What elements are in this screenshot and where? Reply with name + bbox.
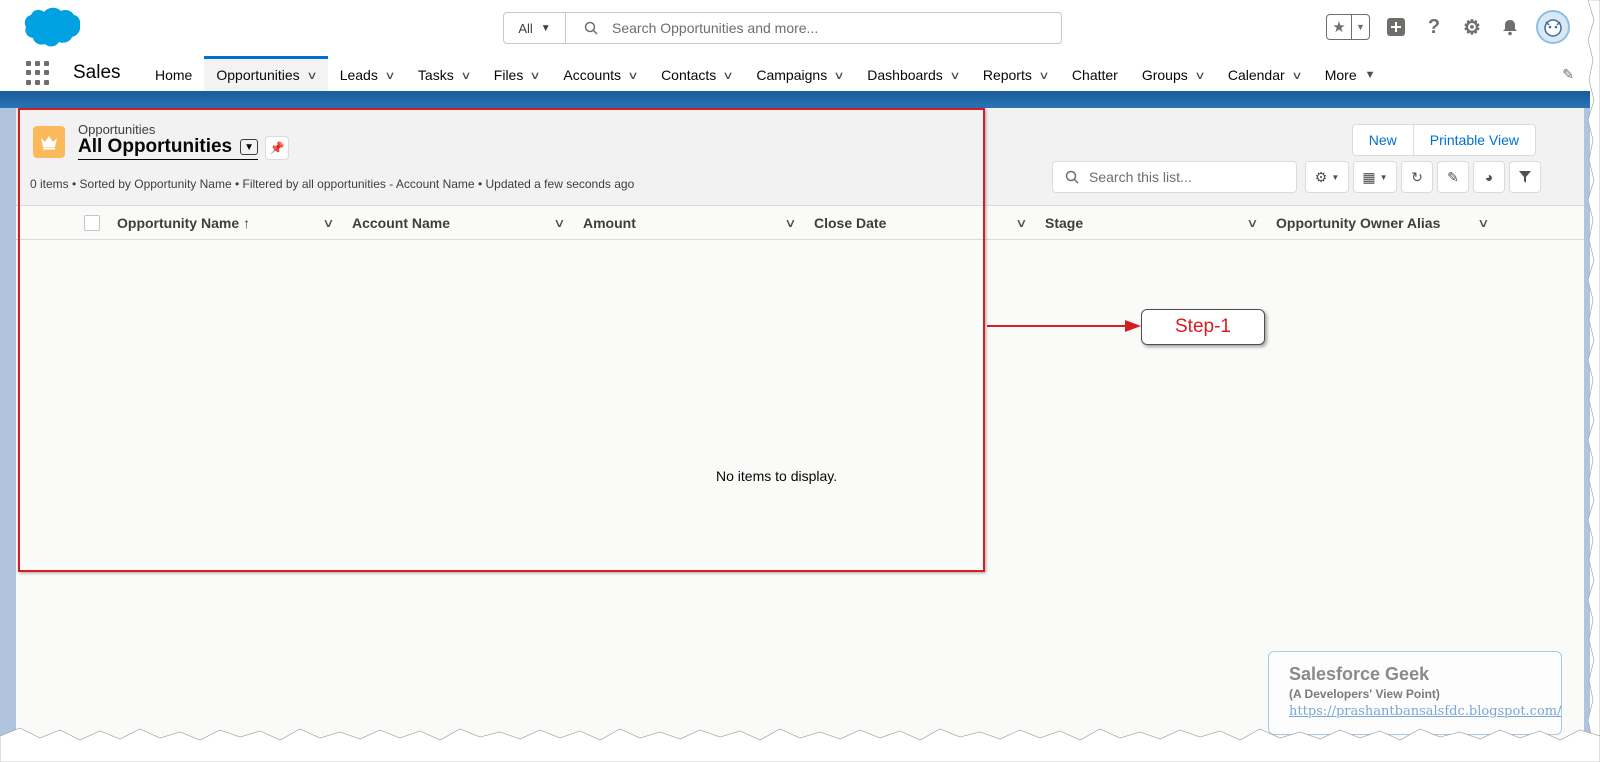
chevron-down-icon[interactable]: ∨ (530, 69, 541, 82)
nav-item-calendar[interactable]: Calendar ∨ (1216, 56, 1313, 91)
caret-down-icon[interactable]: ▼ (1365, 69, 1376, 81)
user-avatar[interactable] (1536, 10, 1570, 44)
app-name: Sales (73, 62, 121, 83)
search-icon (1065, 170, 1079, 184)
search-icon (584, 21, 598, 35)
chevron-down-icon[interactable]: ∨ (723, 69, 734, 82)
nav-item-label: Reports (982, 67, 1032, 83)
column-header-owner-alias[interactable]: Opportunity Owner Alias (1276, 206, 1440, 240)
list-actions: New Printable View (1351, 124, 1536, 156)
annotation-arrow-line (987, 325, 1127, 327)
list-search-placeholder: Search this list... (1089, 169, 1192, 185)
nav-item-label: Calendar (1227, 67, 1285, 83)
column-label: Opportunity Owner Alias (1276, 215, 1441, 231)
nav-item-chatter[interactable]: Chatter (1060, 56, 1130, 91)
nav-item-leads[interactable]: Leads ∨ (328, 56, 406, 91)
nav-items: Home Opportunities ∨ Leads ∨ Tasks ∨ Files ∨… (143, 56, 1388, 91)
nav-item-label: Groups (1141, 67, 1188, 83)
blog-watermark: Salesforce Geek (A Developers' View Poin… (1268, 651, 1562, 735)
brand-band (0, 94, 1590, 108)
torn-edge-bottom (0, 728, 1600, 762)
nav-item-home[interactable]: Home (143, 56, 204, 91)
new-button[interactable]: New (1353, 125, 1413, 155)
nav-item-label: Chatter (1071, 67, 1118, 83)
search-placeholder: Search Opportunities and more... (612, 20, 819, 36)
list-settings-gear-icon[interactable]: ⚙ ▼ (1305, 161, 1349, 193)
nav-item-contacts[interactable]: Contacts ∨ (649, 56, 744, 91)
chevron-down-icon[interactable]: ∨ (834, 69, 845, 82)
column-header-stage[interactable]: Stage (1045, 206, 1083, 240)
app-navbar: Sales Home Opportunities ∨ Leads ∨ Tasks ∨ … (0, 56, 1590, 94)
caret-down-icon[interactable]: ▼ (1351, 15, 1369, 39)
nav-item-groups[interactable]: Groups ∨ (1130, 56, 1216, 91)
search-input[interactable]: Search Opportunities and more... (566, 13, 1061, 43)
chevron-down-icon[interactable]: ∨ (949, 69, 960, 82)
search-scope-label: All (518, 20, 533, 36)
chevron-down-icon[interactable]: ∨ (1038, 69, 1049, 82)
display-as-table-icon[interactable]: ▦ ▼ (1353, 161, 1397, 193)
nav-item-opportunities[interactable]: Opportunities ∨ (204, 56, 328, 91)
caret-down-icon: ▼ (540, 22, 551, 34)
salesforce-logo[interactable] (18, 6, 80, 50)
chevron-down-icon[interactable]: ∨ (627, 69, 638, 82)
global-add-icon[interactable] (1384, 15, 1408, 39)
nav-item-label: Home (155, 67, 193, 83)
annotation-step-callout: Step-1 (1141, 309, 1265, 345)
header-actions: ★ ▼ ? ⚙ (1326, 10, 1570, 44)
printable-view-button[interactable]: Printable View (1412, 125, 1535, 155)
chevron-down-icon[interactable]: ∨ (306, 69, 317, 82)
nav-item-tasks[interactable]: Tasks ∨ (406, 56, 482, 91)
nav-item-label: Leads (339, 67, 378, 83)
nav-item-dashboards[interactable]: Dashboards ∨ (855, 56, 971, 91)
watermark-title: Salesforce Geek (1289, 664, 1430, 684)
watermark-url[interactable]: https://prashantbansalsfdc.blogspot.com/ (1289, 704, 1562, 719)
salesforce-page: All ▼ Search Opportunities and more... ★… (0, 0, 1600, 762)
nav-item-label: Campaigns (756, 67, 828, 83)
annotation-highlight-box (18, 108, 985, 572)
chevron-down-icon[interactable]: ∨ (1194, 69, 1205, 82)
chevron-down-icon[interactable]: ∨ (460, 69, 471, 82)
nav-item-reports[interactable]: Reports ∨ (971, 56, 1060, 91)
list-toolbar: ⚙ ▼ ▦ ▼ ↻ ✎ ◕ (1305, 161, 1541, 193)
chevron-down-icon[interactable]: ∨ (384, 69, 395, 82)
refresh-icon[interactable]: ↻ (1401, 161, 1433, 193)
nav-item-more[interactable]: More ▼ (1313, 56, 1388, 91)
favorites-group[interactable]: ★ ▼ (1326, 14, 1370, 40)
nav-item-label: Contacts (661, 67, 717, 83)
star-icon[interactable]: ★ (1327, 15, 1351, 39)
nav-item-label: Tasks (417, 67, 454, 83)
filter-icon[interactable] (1509, 161, 1541, 193)
nav-item-accounts[interactable]: Accounts ∨ (551, 56, 649, 91)
chevron-down-icon[interactable]: ∨ (1246, 206, 1258, 240)
global-search[interactable]: All ▼ Search Opportunities and more... (503, 12, 1062, 44)
nav-item-label: More (1324, 67, 1357, 83)
charts-pie-icon[interactable]: ◕ (1473, 161, 1505, 193)
nav-item-files[interactable]: Files ∨ (482, 56, 552, 91)
step-label: Step-1 (1175, 316, 1231, 337)
nav-item-label: Opportunities (216, 67, 300, 83)
nav-item-campaigns[interactable]: Campaigns ∨ (744, 56, 855, 91)
watermark-subtitle: (A Developers' View Point) (1289, 687, 1440, 701)
nav-item-label: Accounts (563, 67, 621, 83)
bell-icon[interactable] (1498, 15, 1522, 39)
search-scope-select[interactable]: All ▼ (504, 13, 566, 43)
help-icon[interactable]: ? (1422, 15, 1446, 39)
chevron-down-icon[interactable]: ∨ (1015, 206, 1027, 240)
chevron-down-icon[interactable]: ∨ (1291, 69, 1302, 82)
list-search-input[interactable]: Search this list... (1052, 161, 1297, 193)
nav-item-label: Dashboards (867, 67, 943, 83)
annotation-arrow-head (1125, 320, 1141, 332)
app-launcher-icon[interactable] (26, 61, 50, 85)
inline-edit-pencil-icon[interactable]: ✎ (1437, 161, 1469, 193)
edit-nav-icon[interactable]: ✎ (1562, 66, 1574, 83)
nav-item-label: Files (493, 67, 524, 83)
chevron-down-icon[interactable]: ∨ (1477, 206, 1489, 240)
column-label: Stage (1045, 215, 1084, 231)
gear-icon[interactable]: ⚙ (1460, 15, 1484, 39)
global-header: All ▼ Search Opportunities and more... ★… (0, 0, 1590, 56)
torn-edge-right (1588, 0, 1600, 762)
